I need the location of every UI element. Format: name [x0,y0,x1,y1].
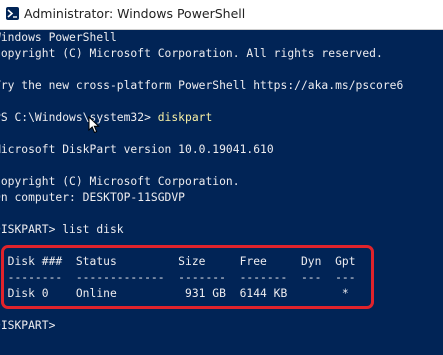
console-prompt-line: DISKPART> [0,319,63,332]
console-line: Copyright (C) Microsoft Corporation. [0,175,240,188]
console-line: DISKPART> list disk [0,223,124,236]
disk-table-highlight [1,245,374,309]
console-prompt-line: PS C:\Windows\system32> diskpart [0,110,212,126]
console-line: On computer: DESKTOP-11SGDVP [0,191,185,204]
console-line: Microsoft DiskPart version 10.0.19041.61… [0,143,274,156]
mouse-pointer-icon [88,116,100,134]
window-title: Administrator: Windows PowerShell [24,6,246,21]
console-line: Windows PowerShell [0,31,117,44]
console-output[interactable]: Windows PowerShell Copyright (C) Microso… [0,29,443,355]
console-line: Try the new cross-platform PowerShell ht… [0,79,404,92]
title-bar: Administrator: Windows PowerShell [0,0,443,30]
command-text: diskpart [157,111,213,124]
prompt-text: PS C:\Windows\system32> [0,111,158,124]
console-line: Copyright (C) Microsoft Corporation. All… [0,47,383,60]
powershell-icon [6,7,19,20]
